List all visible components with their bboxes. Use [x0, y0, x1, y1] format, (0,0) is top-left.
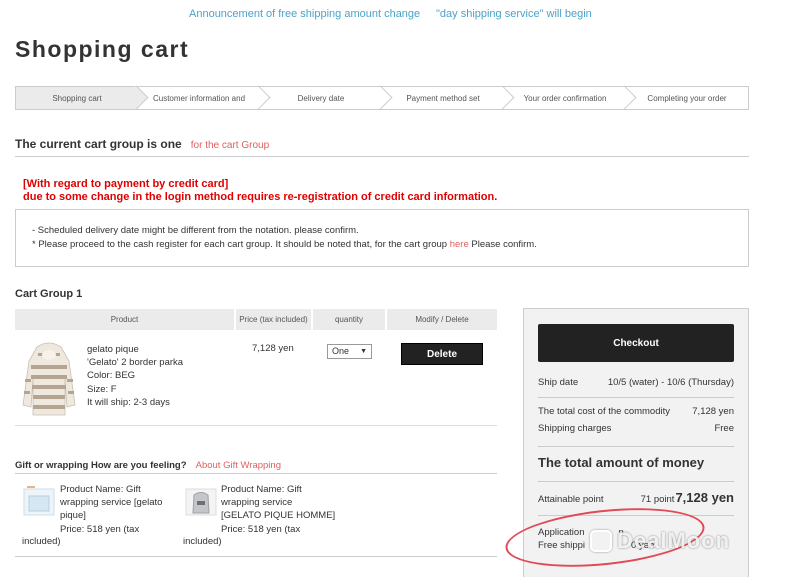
header-product: Product — [15, 309, 236, 330]
product-price: 7,128 yen — [252, 343, 294, 354]
gift-heading-text: Gift or wrapping How are you feeling? — [15, 460, 187, 471]
product-size: Size: F — [87, 383, 117, 395]
quantity-value: One — [332, 346, 350, 356]
gift-item: Product Name: Gift wrapping service [gel… — [20, 483, 180, 553]
gift-item-text-2: Product Name: Gift wrapping service [GEL… — [221, 484, 336, 535]
quantity-select[interactable]: One ▼ — [327, 344, 372, 359]
watermark: DealMoon — [590, 528, 730, 554]
header-quantity: quantity — [313, 309, 387, 330]
attainable-point-value: 71 point — [640, 494, 675, 505]
summary-divider — [538, 515, 734, 516]
attainable-point-row: Attainable point 71 point 7,128 yen — [538, 490, 734, 508]
chevron-down-icon: ▼ — [360, 348, 367, 355]
announcement-link-shipping-amount[interactable]: Announcement of free shipping amount cha… — [189, 8, 420, 20]
table-row: gelato pique 'Gelato' 2 border parka Col… — [15, 330, 497, 426]
summary-divider — [538, 481, 734, 482]
header-price: Price (tax included) — [236, 309, 313, 330]
step-customer-information: Customer information and — [138, 87, 260, 109]
announcement-bar: Announcement of free shipping amount cha… — [0, 8, 800, 22]
gift-item: Product Name: Gift wrapping service [GEL… — [182, 483, 352, 553]
gift-item-text-1: Product Name: Gift wrapping service [gel… — [60, 484, 163, 535]
shipping-value: Free — [714, 423, 734, 434]
gift-heading: Gift or wrapping How are you feeling? Ab… — [15, 459, 497, 474]
attainable-point-label: Attainable point — [538, 494, 604, 505]
step-completing-order: Completing your order — [647, 93, 727, 103]
gift-bag-image[interactable] — [185, 485, 217, 517]
summary-divider — [538, 397, 734, 398]
product-ship-time: It will ship: 2-3 days — [87, 396, 170, 408]
note-delivery-date: - Scheduled delivery date might be diffe… — [32, 225, 359, 236]
gift-item-included-1: included) — [22, 536, 61, 547]
note-here-link[interactable]: here — [450, 239, 469, 250]
note-cash-register: * Please proceed to the cash register fo… — [32, 239, 537, 250]
page-title: Shopping cart — [15, 36, 190, 62]
credit-card-notice-body: due to some change in the login method r… — [23, 191, 498, 203]
delete-button[interactable]: Delete — [401, 343, 483, 365]
cart-group-heading: The current cart group is one for the ca… — [15, 137, 749, 157]
ship-date-row: Ship date 10/5 (water) - 10/6 (Thursday) — [538, 377, 734, 388]
ship-date-value: 10/5 (water) - 10/6 (Thursday) — [607, 377, 734, 388]
announcement-link-day-shipping[interactable]: "day shipping service" will begin — [436, 8, 592, 20]
dealmoon-logo-icon — [590, 530, 612, 552]
gift-item-included-2: included) — [183, 536, 222, 547]
step-delivery-date: Delivery date — [260, 87, 382, 109]
checkout-steps: Shopping cart Customer information and D… — [15, 86, 749, 110]
commodity-value: 7,128 yen — [692, 406, 734, 417]
product-color: Color: BEG — [87, 370, 136, 382]
product-table-header: Product Price (tax included) quantity Mo… — [15, 309, 497, 330]
credit-card-notice-title: [With regard to payment by credit card] — [23, 178, 229, 190]
step-shopping-cart: Shopping cart — [16, 87, 138, 109]
shipping-row: Shipping charges Free — [538, 423, 734, 434]
total-amount-value: 7,128 yen — [675, 490, 734, 505]
product-table: Product Price (tax included) quantity Mo… — [15, 309, 497, 426]
step-order-confirmation: Your order confirmation — [504, 87, 626, 109]
gift-box-image[interactable] — [23, 485, 55, 517]
total-amount-label: The total amount of money — [538, 455, 705, 470]
ship-date-label: Ship date — [538, 377, 579, 388]
summary-divider — [538, 446, 734, 447]
cart-group-title: Cart Group 1 — [15, 288, 83, 300]
credit-card-notice: [With regard to payment by credit card] … — [23, 178, 497, 204]
cart-group-heading-text: The current cart group is one — [15, 137, 182, 151]
commodity-label: The total cost of the commodity — [538, 406, 671, 417]
gift-wrapping-link[interactable]: About Gift Wrapping — [196, 460, 281, 471]
header-modify: Modify / Delete — [415, 315, 469, 324]
cart-group-link[interactable]: for the cart Group — [191, 140, 269, 151]
commodity-row: The total cost of the commodity 7,128 ye… — [538, 406, 734, 417]
checkout-button[interactable]: Checkout — [538, 324, 734, 362]
step-payment-method: Payment method set — [382, 87, 504, 109]
product-name[interactable]: 'Gelato' 2 border parka — [87, 356, 183, 369]
product-info: gelato pique 'Gelato' 2 border parka Col… — [87, 343, 183, 409]
shipping-label: Shipping charges — [538, 423, 612, 434]
product-image[interactable] — [21, 339, 77, 419]
notes-box: - Scheduled delivery date might be diffe… — [15, 209, 749, 267]
product-brand[interactable]: gelato pique — [87, 343, 183, 356]
gift-divider — [15, 556, 497, 557]
